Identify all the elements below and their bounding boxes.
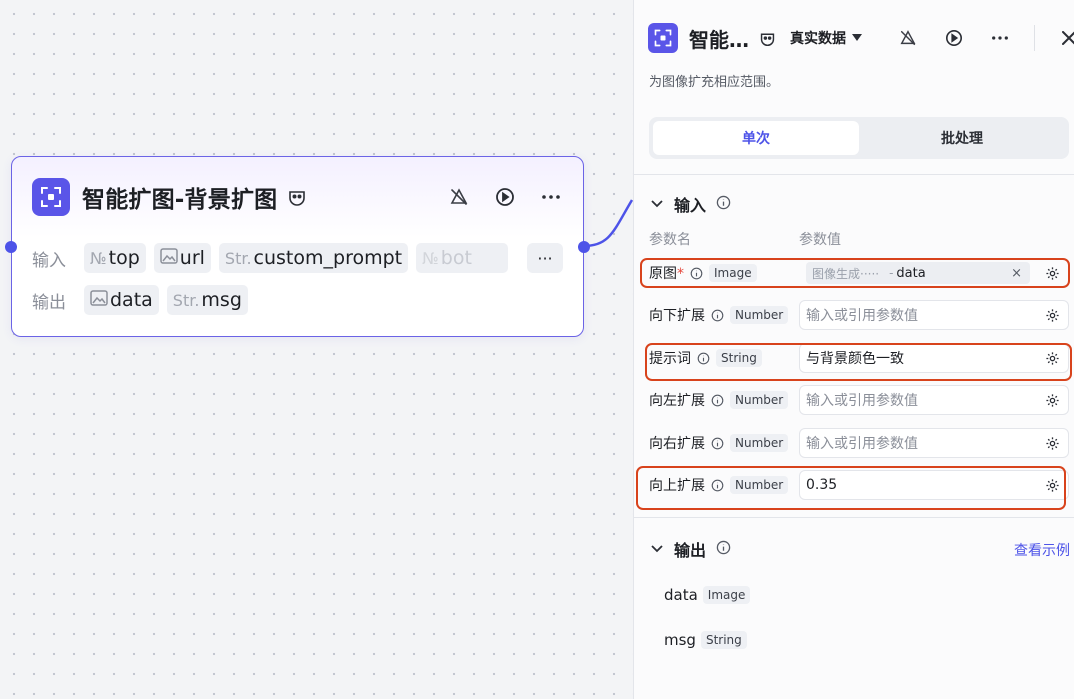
param-value-prompt[interactable]: 与背景颜色一致 xyxy=(799,343,1069,373)
required-mark: * xyxy=(677,266,684,282)
info-icon xyxy=(716,540,731,559)
run-icon[interactable] xyxy=(493,185,517,209)
output-tag-data[interactable]: data xyxy=(84,285,159,315)
gear-icon[interactable] xyxy=(1045,351,1060,366)
output-row-msg: msg String xyxy=(664,631,747,649)
input-tag-custom-prompt[interactable]: Str. custom_prompt xyxy=(218,243,409,273)
remove-reference-icon[interactable]: × xyxy=(1011,266,1022,281)
gear-icon[interactable] xyxy=(1045,436,1060,451)
info-icon xyxy=(690,267,703,280)
debug-off-icon[interactable] xyxy=(447,185,471,209)
info-icon xyxy=(697,352,710,365)
param-name: 原图* xyxy=(649,266,684,282)
gear-icon[interactable] xyxy=(1045,266,1060,281)
output-name: data xyxy=(664,586,698,604)
more-icon[interactable] xyxy=(539,185,563,209)
type-tag: String xyxy=(700,631,747,649)
input-tag-top[interactable]: № top xyxy=(84,243,146,273)
mask-icon xyxy=(759,30,776,47)
param-value-expand-down[interactable]: 输入或引用参数值 xyxy=(799,300,1069,330)
type-tag: Number xyxy=(730,476,789,494)
output-name: msg xyxy=(664,631,696,649)
tab-single[interactable]: 单次 xyxy=(653,121,859,155)
view-example-link[interactable]: 查看示例 xyxy=(1014,540,1070,560)
type-tag: Image xyxy=(702,586,751,604)
expand-image-icon xyxy=(32,178,70,216)
param-row-expand-down: 向下扩展 Number 输入或引用参数值 xyxy=(649,300,1069,330)
type-tag: Number xyxy=(730,306,789,324)
run-icon[interactable] xyxy=(942,26,966,50)
param-name: 提示词 xyxy=(649,351,691,367)
type-tag: Image xyxy=(709,264,757,282)
run-mode-tabs: 单次 批处理 xyxy=(649,117,1069,159)
input-tag-url[interactable]: url xyxy=(153,243,211,273)
param-value-expand-left[interactable]: 输入或引用参数值 xyxy=(799,385,1069,415)
node-inputs-row: 输入 № top url Str. custom_prompt № bot ··· xyxy=(32,243,563,273)
type-tag: String xyxy=(716,349,762,367)
gear-icon[interactable] xyxy=(1045,393,1060,408)
more-inputs-button[interactable]: ··· xyxy=(527,243,563,273)
reference-chip[interactable]: 图像生成····· - data × xyxy=(806,262,1030,284)
gear-icon[interactable] xyxy=(1045,478,1060,493)
output-section-header[interactable]: 输出 xyxy=(650,537,731,561)
param-name: 向上扩展 xyxy=(649,478,705,494)
outputs-label: 输出 xyxy=(32,292,66,313)
info-icon xyxy=(716,195,731,214)
param-row-expand-up: 向上扩展 Number 0.35 xyxy=(649,470,1069,500)
debug-off-icon[interactable] xyxy=(896,26,920,50)
param-row-expand-right: 向右扩展 Number 输入或引用参数值 xyxy=(649,428,1069,458)
caret-down-icon xyxy=(852,30,862,46)
workflow-node-image-expand[interactable]: 智能扩图-背景扩图 输入 № top url Str. custom_promp… xyxy=(5,156,590,337)
header-divider xyxy=(1034,25,1035,51)
chevron-down-icon xyxy=(650,545,664,553)
more-icon[interactable] xyxy=(988,26,1012,50)
param-row-source-image: 原图* Image 图像生成····· - data × xyxy=(649,258,1069,288)
panel-title[interactable]: 智能… xyxy=(689,24,749,53)
info-icon xyxy=(711,309,724,322)
param-value-expand-right[interactable]: 输入或引用参数值 xyxy=(799,428,1069,458)
close-icon[interactable] xyxy=(1057,26,1074,50)
info-icon xyxy=(711,479,724,492)
param-row-prompt: 提示词 String 与背景颜色一致 xyxy=(649,343,1069,373)
type-tag: Number xyxy=(730,434,789,452)
section-divider xyxy=(634,174,1074,175)
image-icon xyxy=(90,290,108,310)
param-value-expand-up[interactable]: 0.35 xyxy=(799,470,1069,500)
param-name: 向左扩展 xyxy=(649,393,705,409)
section-divider xyxy=(634,517,1074,518)
info-icon xyxy=(711,437,724,450)
expand-image-icon xyxy=(648,23,678,53)
input-tag-bottom[interactable]: № bot xyxy=(416,243,509,273)
param-name: 向右扩展 xyxy=(649,436,705,452)
gear-icon[interactable] xyxy=(1045,308,1060,323)
tab-batch[interactable]: 批处理 xyxy=(859,121,1065,155)
data-mode-dropdown[interactable]: 真实数据 xyxy=(790,28,862,48)
inputs-label: 输入 xyxy=(32,250,66,271)
node-outputs-row: 输出 data Str. msg xyxy=(32,285,256,315)
param-row-expand-left: 向左扩展 Number 输入或引用参数值 xyxy=(649,385,1069,415)
input-port[interactable] xyxy=(5,241,17,253)
type-tag: Number xyxy=(730,391,789,409)
info-icon xyxy=(711,394,724,407)
input-section-header[interactable]: 输入 xyxy=(650,192,731,216)
node-header: 智能扩图-背景扩图 xyxy=(32,177,563,217)
panel-header: 智能… 真实数据 xyxy=(648,22,1074,54)
chevron-down-icon xyxy=(650,200,664,208)
image-icon xyxy=(160,248,178,268)
node-config-panel: 智能… 真实数据 为图像扩充相应范围。 单次 批处理 输入 参数名 参数值 原图… xyxy=(633,0,1074,699)
param-name: 向下扩展 xyxy=(649,308,705,324)
mask-icon xyxy=(287,187,307,207)
output-port[interactable] xyxy=(578,241,590,253)
output-tag-msg[interactable]: Str. msg xyxy=(166,285,248,315)
panel-description: 为图像扩充相应范围。 xyxy=(649,75,780,90)
node-title: 智能扩图-背景扩图 xyxy=(82,187,278,213)
output-row-data: data Image xyxy=(664,586,751,604)
param-value-source-image[interactable]: 图像生成····· - data × xyxy=(799,258,1069,288)
column-param-value: 参数值 xyxy=(799,232,841,248)
column-param-name: 参数名 xyxy=(649,232,691,248)
